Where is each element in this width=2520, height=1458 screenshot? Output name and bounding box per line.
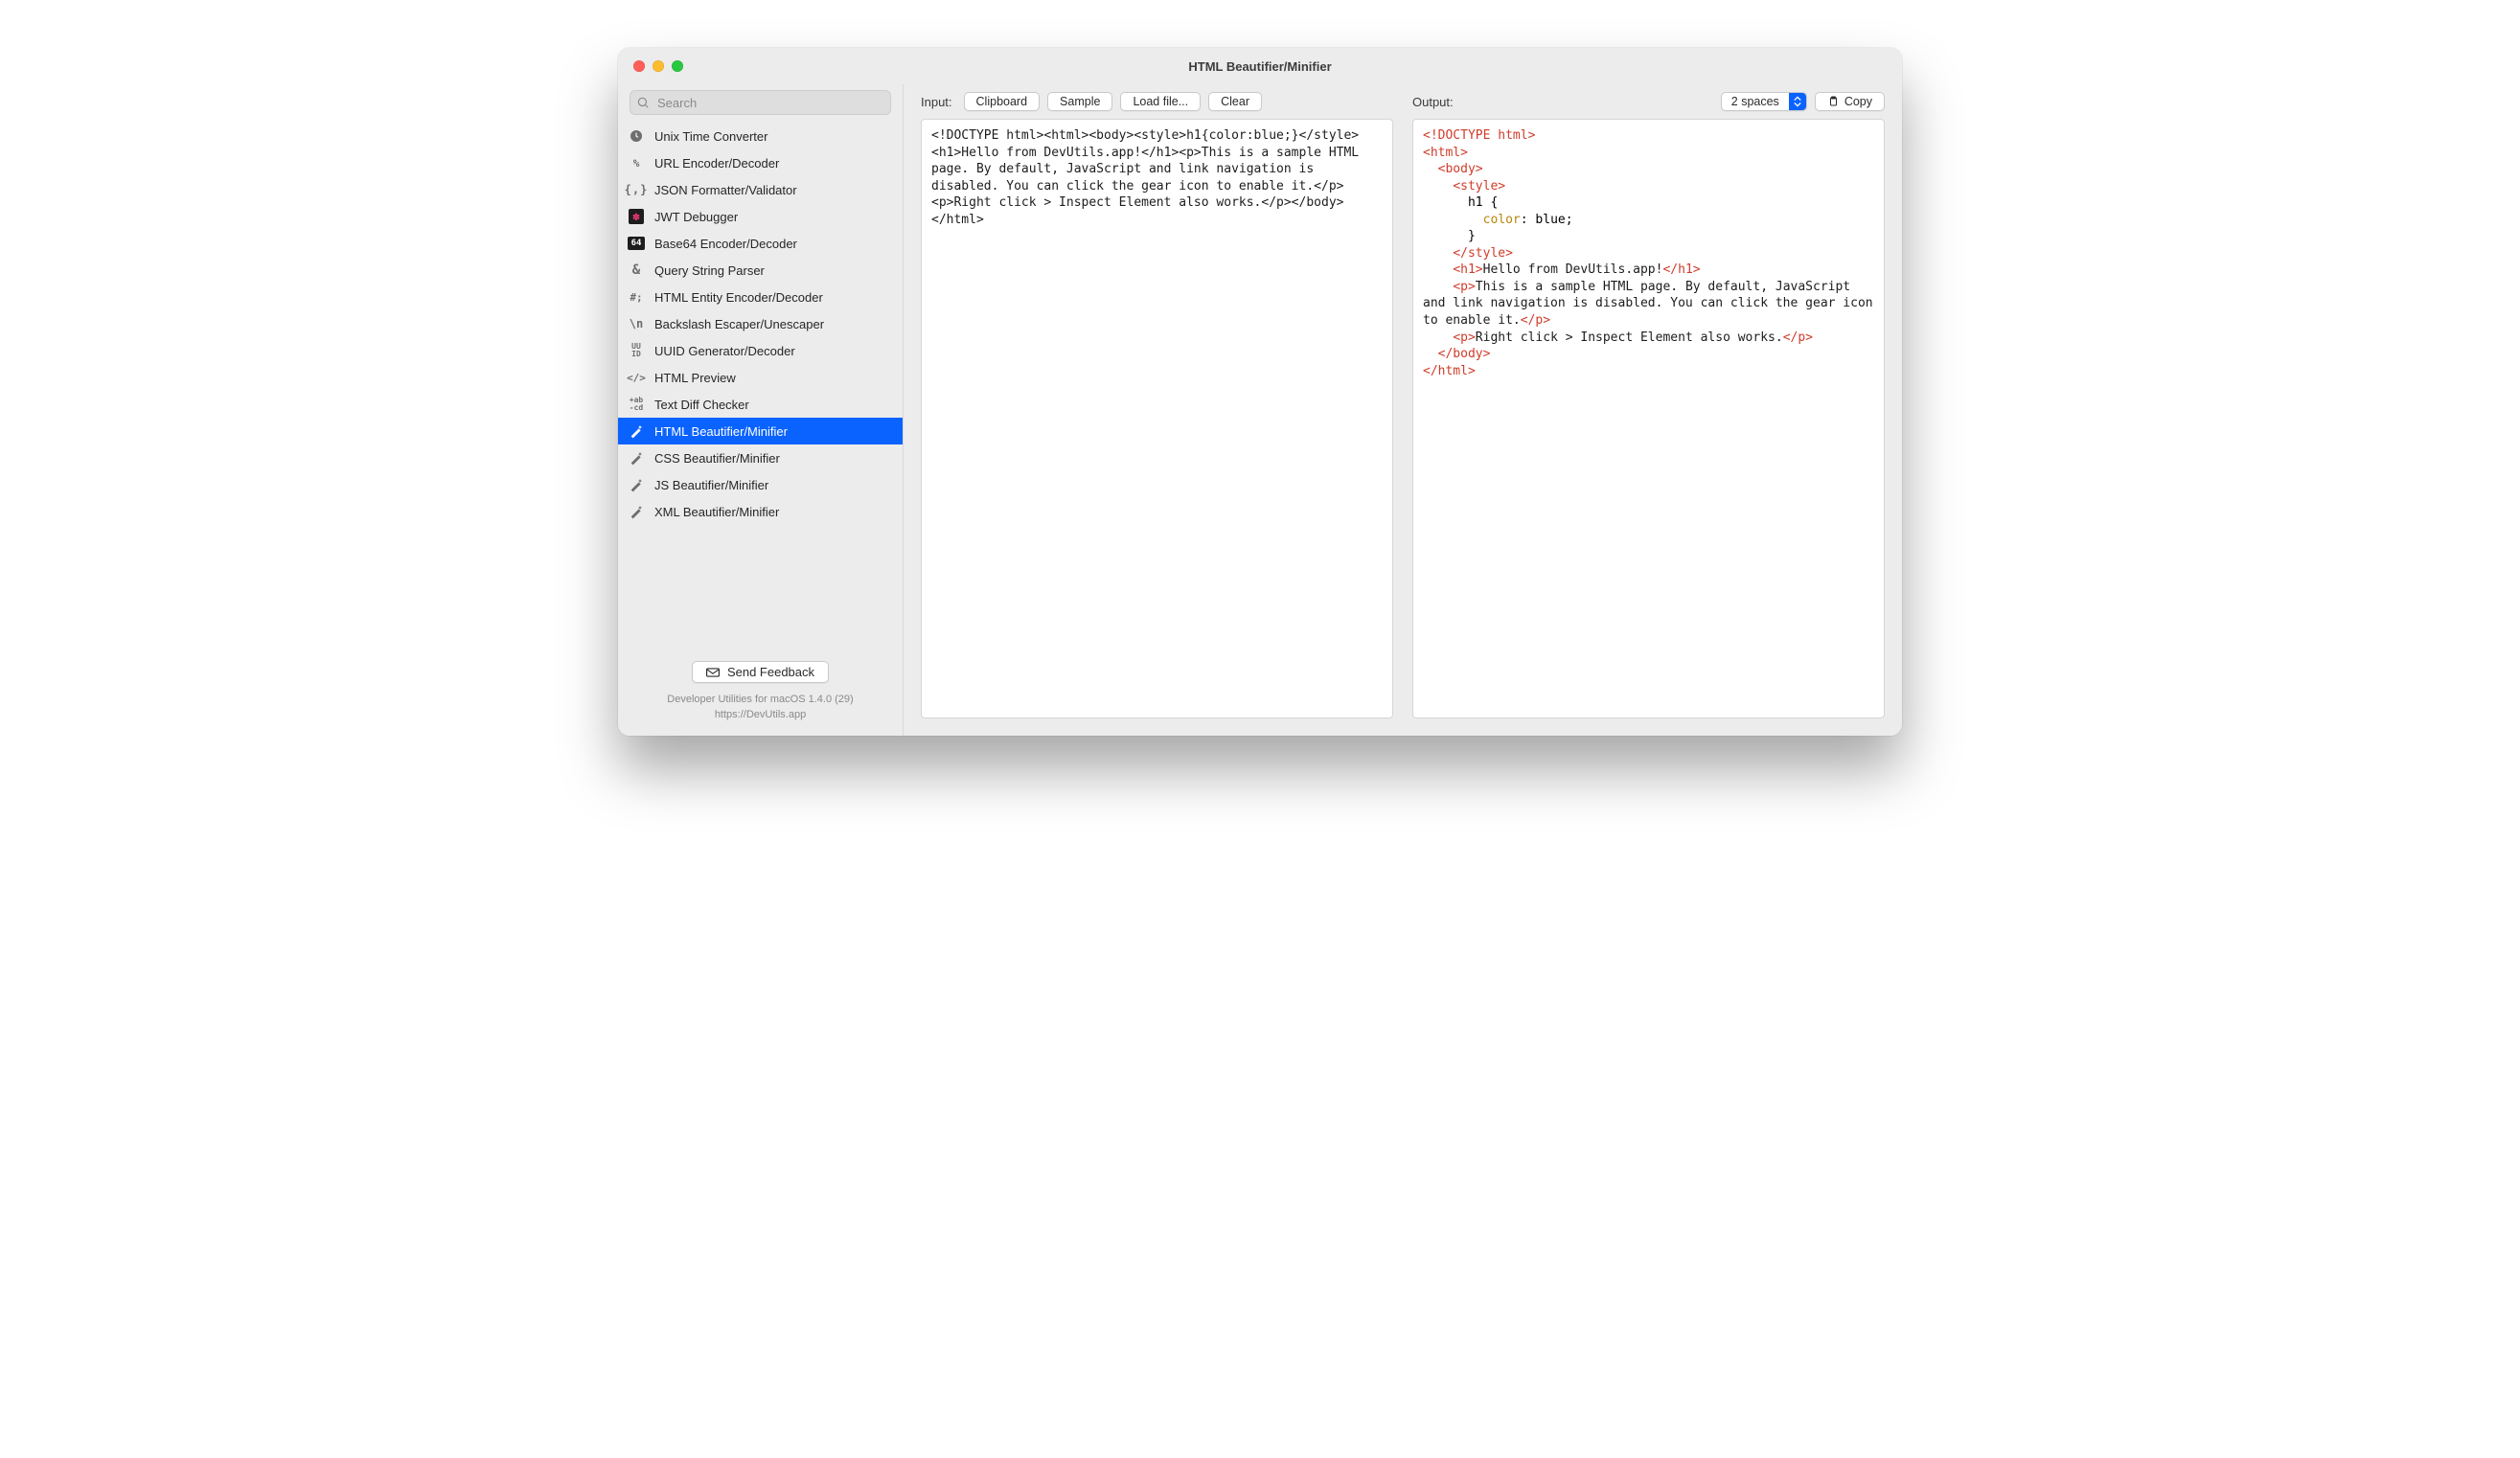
amp-icon: &	[628, 262, 645, 279]
input-textarea[interactable]: <!DOCTYPE html><html><body><style>h1{col…	[921, 119, 1393, 718]
wand-icon	[628, 422, 645, 440]
main-area: Input: Clipboard Sample Load file... Cle…	[904, 84, 1902, 736]
sidebar-item-query-string-parser[interactable]: &Query String Parser	[618, 257, 903, 284]
sidebar-item-html-entity-encoder-decoder[interactable]: #; HTML Entity Encoder/Decoder	[618, 284, 903, 310]
sidebar-item-base64-encoder-decoder[interactable]: 64 Base64 Encoder/Decoder	[618, 230, 903, 257]
input-pane: Input: Clipboard Sample Load file... Cle…	[921, 92, 1393, 718]
zoom-icon[interactable]	[672, 60, 683, 72]
input-label: Input:	[921, 95, 956, 109]
sidebar-item-label: JS Beautifier/Minifier	[654, 478, 768, 492]
copy-button[interactable]: Copy	[1815, 92, 1885, 111]
code-icon: </>	[628, 369, 645, 386]
search-field[interactable]	[630, 90, 891, 115]
search-input[interactable]	[655, 95, 884, 111]
diff-icon: +ab-cd	[628, 396, 645, 413]
clipboard-icon	[1827, 96, 1839, 107]
wand-out-icon	[628, 449, 645, 467]
clipboard-button[interactable]: Clipboard	[964, 92, 1041, 111]
sidebar-item-url-encoder-decoder[interactable]: % URL Encoder/Decoder	[618, 149, 903, 176]
sidebar-item-label: Backslash Escaper/Unescaper	[654, 317, 824, 331]
sidebar-item-label: Unix Time Converter	[654, 129, 767, 144]
indent-select-label: 2 spaces	[1722, 93, 1789, 110]
sidebar-item-json-formatter-validator[interactable]: {,} JSON Formatter/Validator	[618, 176, 903, 203]
sidebar-item-css-beautifier-minifier[interactable]: CSS Beautifier/Minifier	[618, 444, 903, 471]
sidebar-item-unix-time-converter[interactable]: Unix Time Converter	[618, 123, 903, 149]
sidebar-item-label: HTML Preview	[654, 371, 736, 385]
sidebar-item-js-beautifier-minifier[interactable]: JS Beautifier/Minifier	[618, 471, 903, 498]
output-view[interactable]: <!DOCTYPE html> <html> <body> <style> h1…	[1412, 119, 1885, 718]
window-title: HTML Beautifier/Minifier	[618, 59, 1902, 74]
app-window: HTML Beautifier/Minifier Unix Time Con	[618, 48, 1902, 736]
meta-link: https://DevUtils.app	[618, 708, 903, 722]
braces-icon: {,}	[628, 181, 645, 198]
sidebar-item-uuid-generator-decoder[interactable]: UUID UUID Generator/Decoder	[618, 337, 903, 364]
output-label: Output:	[1412, 95, 1457, 109]
close-icon[interactable]	[633, 60, 645, 72]
meta-version: Developer Utilities for macOS 1.4.0 (29)	[618, 693, 903, 707]
sidebar-item-backslash-escaper-unescaper[interactable]: \n Backslash Escaper/Unescaper	[618, 310, 903, 337]
sidebar-item-jwt-debugger[interactable]: ✽ JWT Debugger	[618, 203, 903, 230]
tools-list: Unix Time Converter% URL Encoder/Decoder {…	[618, 123, 903, 653]
send-feedback-label: Send Feedback	[727, 665, 814, 679]
sidebar: Unix Time Converter% URL Encoder/Decoder {…	[618, 84, 904, 736]
wand-out-icon	[628, 503, 645, 520]
sidebar-item-label: Base64 Encoder/Decoder	[654, 237, 797, 251]
sidebar-item-label: HTML Entity Encoder/Decoder	[654, 290, 823, 305]
indent-select[interactable]: 2 spaces	[1721, 92, 1807, 111]
clear-button[interactable]: Clear	[1208, 92, 1262, 111]
sidebar-item-label: XML Beautifier/Minifier	[654, 505, 779, 519]
sidebar-item-label: UUID Generator/Decoder	[654, 344, 795, 358]
sidebar-item-label: CSS Beautifier/Minifier	[654, 451, 780, 466]
sample-button[interactable]: Sample	[1047, 92, 1112, 111]
send-feedback-button[interactable]: Send Feedback	[692, 661, 829, 683]
sidebar-item-html-beautifier-minifier[interactable]: HTML Beautifier/Minifier	[618, 418, 903, 444]
sidebar-item-label: HTML Beautifier/Minifier	[654, 424, 788, 439]
sidebar-item-xml-beautifier-minifier[interactable]: XML Beautifier/Minifier	[618, 498, 903, 525]
clock-icon	[628, 127, 645, 145]
traffic-lights	[618, 60, 683, 72]
copy-label: Copy	[1844, 95, 1872, 108]
output-pane: Output: 2 spaces	[1412, 92, 1885, 718]
jwt-icon: ✽	[628, 208, 645, 225]
sidebar-footer: Send Feedback Developer Utilities for ma…	[618, 653, 903, 736]
wand-out-icon	[628, 476, 645, 493]
sidebar-item-label: JWT Debugger	[654, 210, 738, 224]
uuid-icon: UUID	[628, 342, 645, 359]
sidebar-item-label: URL Encoder/Decoder	[654, 156, 779, 171]
sidebar-item-label: JSON Formatter/Validator	[654, 183, 797, 197]
sidebar-item-label: Text Diff Checker	[654, 398, 749, 412]
sidebar-item-label: Query String Parser	[654, 263, 765, 278]
minimize-icon[interactable]	[653, 60, 664, 72]
mail-icon	[706, 668, 720, 677]
bslash-icon: \n	[628, 315, 645, 332]
percent-icon: %	[628, 154, 645, 171]
b64-icon: 64	[628, 235, 645, 252]
load-file-button[interactable]: Load file...	[1120, 92, 1201, 111]
hash-icon: #;	[628, 288, 645, 306]
sidebar-item-html-preview[interactable]: </> HTML Preview	[618, 364, 903, 391]
title-bar: HTML Beautifier/Minifier	[618, 48, 1902, 84]
search-icon	[636, 96, 650, 109]
stepper-icon	[1789, 93, 1806, 110]
sidebar-item-text-diff-checker[interactable]: +ab-cd Text Diff Checker	[618, 391, 903, 418]
